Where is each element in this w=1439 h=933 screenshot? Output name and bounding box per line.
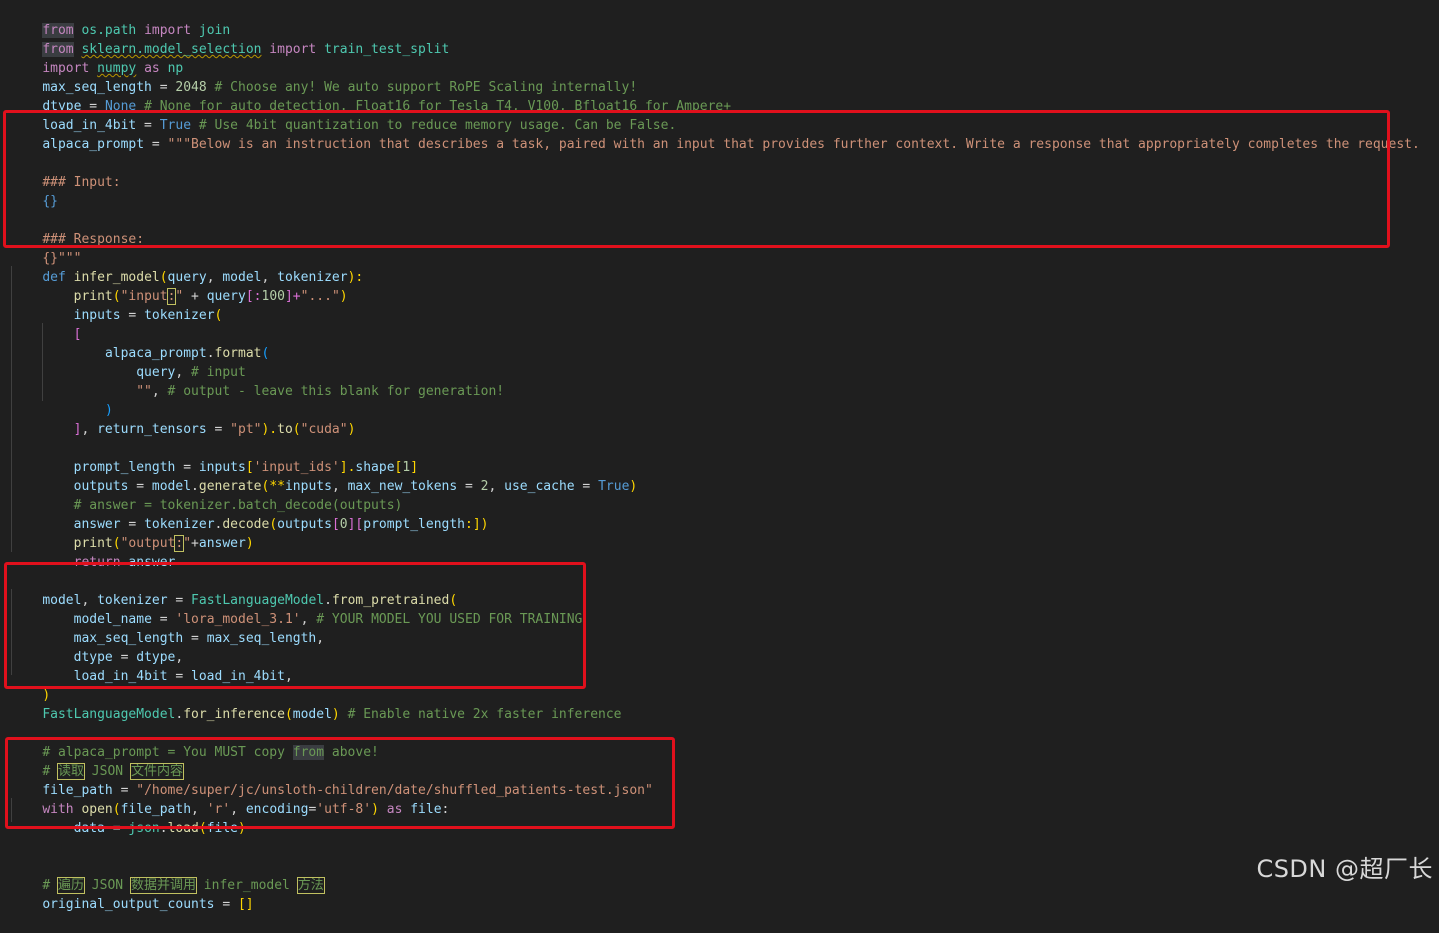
- code-line: from sklearn.model_selection import trai…: [42, 42, 450, 57]
- code-line: dtype = None # None for auto detection. …: [42, 99, 732, 114]
- watermark: CSDN @超厂长: [1256, 855, 1433, 883]
- code-line: print("output:"+answer): [73, 535, 254, 552]
- code-line: prompt_length = inputs['input_ids'].shap…: [73, 460, 419, 475]
- code-line: alpaca_prompt.format(: [104, 346, 270, 361]
- code-line: inputs = tokenizer(: [73, 308, 223, 323]
- code-line: max_seq_length = 2048 # Choose any! We a…: [42, 80, 638, 95]
- code-line: ): [104, 403, 113, 418]
- code-line: "", # output - leave this blank for gene…: [136, 384, 505, 399]
- code-line: outputs = model.generate(**inputs, max_n…: [73, 479, 638, 494]
- code-line: import numpy as np: [42, 61, 184, 76]
- code-line: original_output_counts = []: [42, 897, 254, 912]
- code-line: # answer = tokenizer.batch_decode(output…: [73, 498, 403, 513]
- code-line: query, # input: [136, 365, 246, 380]
- code-line: from os.path import join: [42, 23, 231, 38]
- code-line: answer = tokenizer.decode(outputs[0][pro…: [73, 517, 489, 532]
- annotation-box-json-read: [5, 737, 675, 829]
- annotation-box-prompt: [3, 110, 1390, 248]
- unicode-highlight-token: 方法: [296, 877, 325, 894]
- code-editor[interactable]: from os.path import join from sklearn.mo…: [0, 0, 1439, 912]
- code-line: [: [73, 327, 82, 342]
- code-line: ], return_tensors = "pt").to("cuda"): [73, 422, 356, 437]
- code-line: return answer: [73, 555, 176, 570]
- code-line: # 遍历 JSON 数据并调用 infer_model 方法: [42, 877, 325, 894]
- annotation-box-model-load: [4, 562, 586, 689]
- code-line: def infer_model(query, model, tokenizer)…: [42, 270, 364, 285]
- code-line: print("input:" + query[:100]+"..."): [73, 288, 348, 305]
